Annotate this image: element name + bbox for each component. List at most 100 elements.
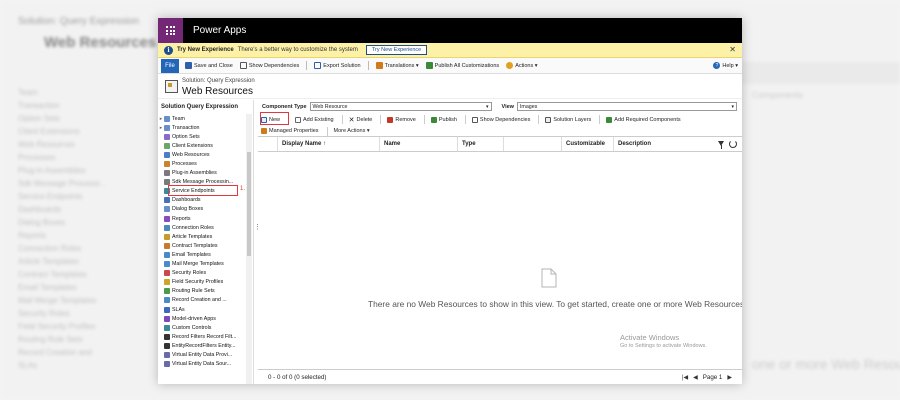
tree-item[interactable]: ▸ Transaction (158, 123, 246, 132)
command-ribbon: File Save and Close Show Dependencies Ex… (158, 58, 742, 74)
column-type[interactable]: Type (458, 137, 504, 151)
bg-list-item: Sdk Message Processi... (18, 179, 107, 188)
ribbon-separator (306, 61, 308, 70)
managed-properties-button[interactable]: Managed Properties (261, 128, 319, 134)
managed-properties-icon (261, 128, 267, 134)
actions-button[interactable]: Actions ▾ (506, 62, 538, 69)
component-type-select[interactable]: Web Resource ▾ (309, 102, 492, 111)
close-icon[interactable]: ✕ (729, 45, 736, 54)
tree-item[interactable]: Connection Roles (158, 223, 246, 232)
add-required-components-button[interactable]: Add Required Components (606, 116, 681, 123)
tree-item-label: Field Security Profiles (172, 279, 224, 286)
tree-item[interactable]: Dialog Boxes (158, 205, 246, 214)
translations-button[interactable]: Translations ▾ (375, 62, 419, 69)
bg-list-item: Team (18, 88, 38, 97)
bg-list-item: Routing Rule Sets (18, 335, 83, 344)
more-actions-button[interactable]: More Actions ▾ (334, 128, 370, 134)
column-customizable[interactable]: Customizable (562, 137, 614, 151)
tree-item[interactable]: Email Templates (158, 250, 246, 259)
tree-item[interactable]: SLAs (158, 305, 246, 314)
file-tab[interactable]: File (161, 58, 179, 73)
tree-item[interactable]: Plug-in Assemblies (158, 169, 246, 178)
tree-item[interactable]: Virtual Entity Data Sour... (158, 360, 246, 369)
show-dependencies-ribbon-button[interactable]: Show Dependencies (239, 62, 300, 69)
first-page-button[interactable]: |◀ (682, 374, 688, 381)
save-icon (185, 62, 192, 69)
delete-label: Delete (356, 116, 373, 123)
previous-page-button[interactable]: ◀ (693, 374, 698, 381)
column-spacer (504, 137, 562, 151)
layers-icon (545, 116, 552, 123)
tree-item[interactable]: Record Filters Record Filt... (158, 332, 246, 341)
toolbar-separator (538, 115, 540, 124)
tree-item-icon (164, 251, 170, 258)
tree-item[interactable]: Custom Controls (158, 323, 246, 332)
publish-all-button[interactable]: Publish All Customizations (425, 62, 499, 69)
refresh-icon[interactable] (729, 140, 737, 148)
tree-item[interactable]: Dashboards (158, 196, 246, 205)
tree-item[interactable]: Processes (158, 159, 246, 168)
tree-item[interactable]: ▸ Team (158, 114, 246, 123)
tree-scrollbar[interactable] (246, 114, 252, 384)
translations-icon (375, 62, 383, 69)
tree-item[interactable]: Routing Rule Sets (158, 287, 246, 296)
solution-layers-button[interactable]: Solution Layers (545, 116, 592, 123)
add-existing-button[interactable]: Add Existing (295, 116, 334, 123)
tree-item[interactable]: EntityRecordFilters Entity... (158, 341, 246, 350)
column-description[interactable]: Description (614, 137, 694, 151)
solution-tree-title: Solution Query Expression (161, 104, 239, 110)
grid-footer: 0 - 0 of 0 (0 selected) |◀ ◀ Page 1 ▶ (258, 369, 742, 384)
publish-button[interactable]: Publish (430, 116, 457, 123)
next-page-button[interactable]: ▶ (727, 374, 732, 381)
tree-item[interactable]: Article Templates (158, 232, 246, 241)
view-label: View (501, 103, 514, 110)
help-button[interactable]: ? Help ▾ (713, 62, 738, 69)
remove-label: Remove (395, 116, 416, 123)
app-launcher-button[interactable] (158, 18, 183, 43)
chevron-down-icon: ▾ (365, 128, 370, 134)
dependencies-icon (239, 62, 247, 69)
tree-item[interactable]: Client Extensions (158, 141, 246, 150)
tree-item[interactable]: Contract Templates (158, 241, 246, 250)
tree-item[interactable]: Mail Merge Templates (158, 260, 246, 269)
grid-toolbar: New Add Existing ✕ Delete Remove Publish (258, 113, 742, 126)
column-name[interactable]: Name (380, 137, 458, 151)
select-all-column[interactable] (258, 137, 278, 151)
tree-item[interactable]: Reports (158, 214, 246, 223)
remove-button[interactable]: Remove (387, 116, 416, 123)
bg-list-item: Article Templates (18, 257, 79, 266)
view-select[interactable]: Images ▾ (516, 102, 737, 111)
bg-title: Solution: Query Expression (18, 16, 140, 27)
tree-scrollbar-thumb[interactable] (247, 152, 251, 256)
tree-item[interactable]: Virtual Entity Data Provi... (158, 350, 246, 359)
export-solution-button[interactable]: Export Solution (314, 62, 361, 69)
tree-item-icon (164, 206, 170, 213)
bg-list-item: Option Sets (18, 114, 60, 123)
tree-item[interactable]: Record Creation and ... (158, 296, 246, 305)
tree-item[interactable]: Option Sets (158, 132, 246, 141)
notification-bar: i Try New Experience There's a better wa… (158, 43, 742, 58)
column-display-name[interactable]: Display Name ↑ (278, 137, 380, 151)
show-dependencies-ribbon-label: Show Dependencies (248, 62, 300, 69)
content-pane: Component Type Web Resource ▾ View Image… (258, 100, 742, 384)
chevron-down-icon: ▾ (414, 62, 419, 69)
tree-item-label: Dialog Boxes (172, 206, 204, 213)
tree-item-label: Mail Merge Templates (172, 261, 224, 268)
watermark-line-2: Go to Settings to activate Windows. (620, 343, 707, 349)
solution-layers-label: Solution Layers (553, 116, 592, 123)
tree-item[interactable]: Model-driven Apps (158, 314, 246, 323)
bg-list-item: Mail Merge Templates (18, 296, 97, 305)
tree-item[interactable]: Web Resources (158, 150, 246, 159)
try-new-experience-button[interactable]: Try New Experience (365, 45, 428, 55)
dependencies-icon (471, 116, 478, 123)
tree-item-icon (164, 224, 170, 231)
save-and-close-button[interactable]: Save and Close (185, 62, 233, 69)
tree-item-label: Option Sets (172, 133, 200, 140)
filter-icon[interactable] (718, 141, 724, 149)
tree-item-icon (164, 324, 170, 331)
tree-item[interactable]: Field Security Profiles (158, 278, 246, 287)
show-dependencies-button[interactable]: Show Dependencies (471, 116, 530, 123)
delete-button[interactable]: ✕ Delete (349, 116, 373, 124)
tree-item[interactable]: Security Roles (158, 269, 246, 278)
watermark-line-1: Activate Windows (620, 333, 680, 342)
